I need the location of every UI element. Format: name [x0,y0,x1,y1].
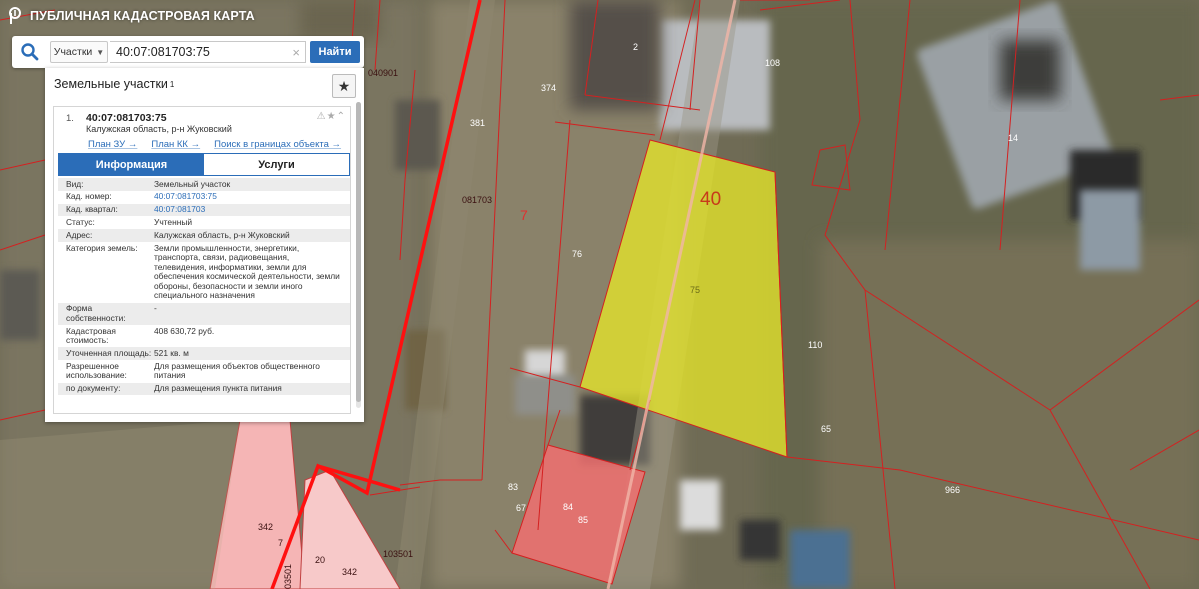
info-value: Для размещения объектов общественного пи… [154,360,320,381]
info-row-land-category: Категория земель: Земли промышленности, э… [58,242,350,303]
star-icon: ★ [337,77,351,94]
quarter-label-040901: 040901 [368,68,398,78]
info-row-area: Уточненная площадь: 521 кв. м [58,347,350,361]
info-key: Кад. квартал: [66,204,118,215]
info-key: Кадастровая стоимость: [66,325,116,346]
parcel-label-342-a: 342 [258,522,273,532]
info-row-ownership: Форма собственности: - [58,302,350,326]
card-tools: ⚠★⌃ [317,111,346,122]
chevron-up-icon[interactable]: ⌃ [337,111,346,122]
favorite-button[interactable]: ★ [332,74,356,98]
parcel-label-381: 381 [470,118,485,128]
search-field: × [110,41,306,63]
info-value: Для размещения пункта питания [154,383,282,394]
parcel-label-7-b: 7 [278,538,283,548]
selected-parcel-label: 75 [690,285,700,295]
info-row-address: Адрес: Калужская область, р-н Жуковский [58,229,350,242]
parcel-label-2: 2 [633,42,638,52]
info-value: 521 кв. м [154,348,189,358]
parcel-tabs: Информация Услуги [58,153,350,176]
parcel-label-374: 374 [541,83,556,93]
info-value: Учтенный [154,216,193,227]
info-key: Форма собственности: [66,303,126,323]
results-scrollbar[interactable] [356,102,361,408]
parcel-address: Калужская область, р-н Жуковский [86,124,232,134]
parcel-label-342-b: 342 [342,567,357,577]
info-key: Статус: [66,216,95,227]
parcel-cadastral-number[interactable]: 40:07:081703:75 [86,112,167,124]
search-bar: Участки ▼ × Найти [12,36,364,68]
parcel-links: План ЗУ → План КК → Поиск в границах объ… [88,139,341,150]
info-value-link[interactable]: 40:07:081703:75 [154,192,350,202]
quarter-label-103501: 103501 [383,549,413,559]
info-key: Адрес: [66,229,93,240]
find-button[interactable]: Найти [310,41,360,63]
search-in-bounds-link[interactable]: Поиск в границах объекта → [214,139,341,150]
info-row-permitted-use: Разрешенное использование: Для размещения… [58,360,350,382]
parcel-info-table: Вид: Земельный участок Кад. номер: 40:07:0… [58,178,350,396]
parcel-card: 1. 40:07:081703:75 Калужская область, р-… [53,106,351,414]
parcel-label-7-a: 7 [520,207,528,223]
search-type-select[interactable]: Участки ▼ [50,41,108,63]
parcel-label-65: 65 [821,424,831,434]
info-value-link[interactable]: 40:07:081703 [154,205,350,215]
search-type-label: Участки [53,46,93,58]
info-key: Вид: [66,178,84,189]
info-key: Категория земель: [66,242,138,253]
parcel-label-67: 67 [516,503,526,513]
info-value: 408 630,72 руб. [154,325,215,336]
info-value: Земли промышленности, энергетики, трансп… [154,242,340,301]
search-input[interactable] [116,45,286,59]
info-value: Земельный участок [154,178,231,189]
tab-services[interactable]: Услуги [204,154,349,175]
info-key: Кад. номер: [66,191,112,202]
info-row-status: Статус: Учтенный [58,216,350,229]
plan-zu-link[interactable]: План ЗУ → [88,139,137,150]
parcel-label-14: 14 [1008,133,1018,143]
rosreestr-logo-icon[interactable] [8,7,24,25]
info-value: Калужская область, р-н Жуковский [154,229,290,240]
parcel-label-110: 110 [808,340,822,350]
parcel-label-20: 20 [315,555,325,565]
results-count: 1 [169,79,175,89]
clear-icon[interactable]: × [292,45,300,60]
app-title: ПУБЛИЧНАЯ КАДАСТРОВАЯ КАРТА [30,9,255,23]
results-title: Земельные участки [54,77,168,91]
info-value: - [154,303,157,314]
info-row-cadastral-value: Кадастровая стоимость: 408 630,72 руб. [58,325,350,347]
results-header: Земельные участки 1 ★ [45,68,364,100]
quarter-label-103501-vertical: 03501 [283,564,293,589]
info-key: Разрешенное использование: [66,360,127,381]
scrollbar-thumb[interactable] [356,102,361,402]
info-row-by-document: по документу: Для размещения пункта питан… [58,382,350,396]
selected-parcel-number: 40 [700,189,721,210]
info-key: по документу: [66,383,121,394]
quarter-label-081703: 081703 [462,195,492,205]
chevron-down-icon: ▼ [96,47,105,57]
parcel-label-83: 83 [508,482,518,492]
results-panel: Земельные участки 1 ★ 1. 40:07:081703:75 … [45,68,364,422]
parcel-label-84: 84 [563,502,573,512]
plan-kk-link[interactable]: План КК → [151,139,200,150]
info-row-cad-quarter: Кад. квартал: 40:07:081703 [58,203,350,217]
warning-icon[interactable]: ⚠ [317,111,327,122]
info-row-kind: Вид: Земельный участок [58,178,350,191]
parcel-label-966: 966 [945,485,960,495]
info-row-cad-number: Кад. номер: 40:07:081703:75 [58,191,350,204]
tab-information[interactable]: Информация [59,154,204,175]
parcel-label-85: 85 [578,515,588,525]
result-index: 1. [66,113,74,124]
search-icon[interactable] [20,42,40,62]
info-key: Уточненная площадь: [66,348,152,358]
parcel-label-108: 108 [765,58,780,68]
app-header: ПУБЛИЧНАЯ КАДАСТРОВАЯ КАРТА [0,0,300,32]
parcel-label-76: 76 [572,249,582,259]
star-icon[interactable]: ★ [327,111,337,122]
